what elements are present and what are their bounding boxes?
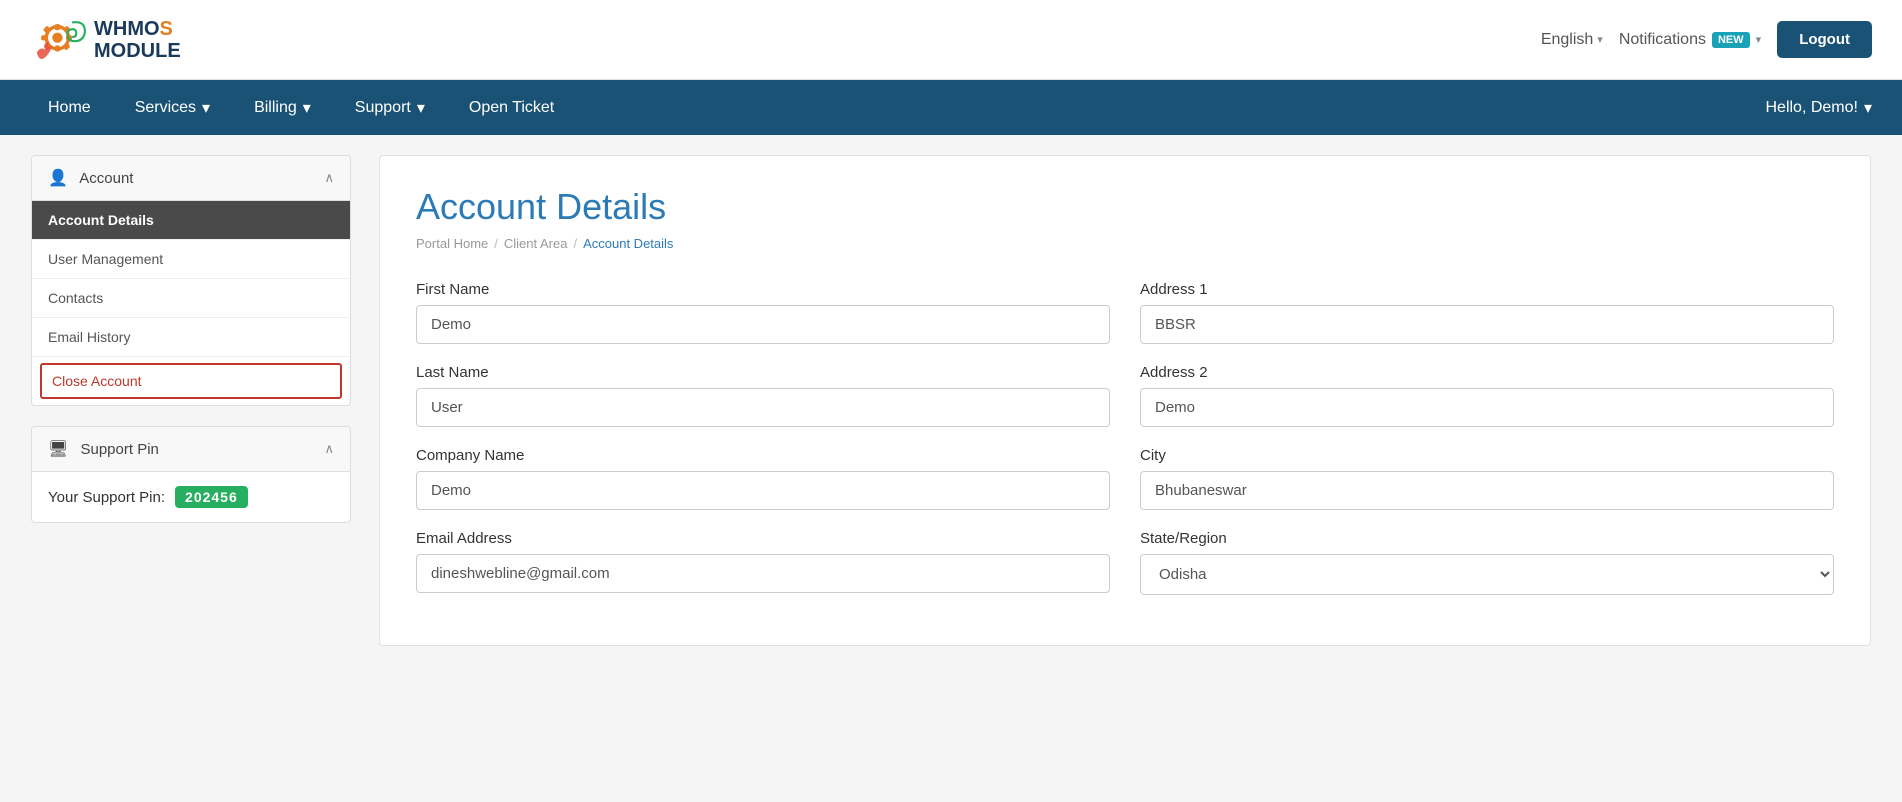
- notifications-new-badge: NEW: [1712, 32, 1750, 48]
- nav-services[interactable]: Services ▾: [117, 80, 228, 135]
- breadcrumb-portal-home[interactable]: Portal Home: [416, 236, 488, 251]
- sidebar-item-user-management[interactable]: User Management: [32, 240, 350, 279]
- language-selector[interactable]: English ▾: [1541, 31, 1603, 49]
- address1-group: Address 1: [1140, 281, 1834, 344]
- sidebar-item-contacts[interactable]: Contacts: [32, 279, 350, 318]
- account-section-title: Account: [79, 170, 133, 187]
- company-name-group: Company Name: [416, 447, 1110, 510]
- company-name-input[interactable]: [416, 471, 1110, 510]
- sidebar-item-account-details[interactable]: Account Details: [32, 201, 350, 240]
- city-group: City: [1140, 447, 1834, 510]
- address1-input[interactable]: [1140, 305, 1834, 344]
- breadcrumb-client-area[interactable]: Client Area: [504, 236, 568, 251]
- breadcrumb-current: Account Details: [583, 236, 673, 251]
- nav-items: Home Services ▾ Billing ▾ Support ▾ Open…: [30, 80, 572, 135]
- address2-label: Address 2: [1140, 364, 1834, 381]
- logout-button[interactable]: Logout: [1777, 21, 1872, 58]
- services-chevron-icon: ▾: [202, 98, 210, 118]
- support-pin-sidebar-section: 🖥 Support Pin ∧ Your Support Pin: 202456: [31, 426, 351, 523]
- nav-open-ticket[interactable]: Open Ticket: [451, 80, 572, 135]
- support-pin-section-header: 🖥 Support Pin ∧: [32, 427, 350, 472]
- language-chevron-icon: ▾: [1597, 33, 1603, 46]
- state-group: State/Region Odisha: [1140, 530, 1834, 595]
- notifications-label: Notifications: [1619, 31, 1706, 49]
- page-title: Account Details: [416, 186, 1834, 228]
- support-pin-content: Your Support Pin: 202456: [32, 472, 350, 522]
- sidebar-item-email-history[interactable]: Email History: [32, 318, 350, 357]
- email-input[interactable]: [416, 554, 1110, 593]
- breadcrumb-sep-1: /: [494, 236, 498, 251]
- sidebar-item-close-account[interactable]: Close Account: [40, 363, 342, 399]
- account-section-header: 👤 Account ∧: [32, 156, 350, 201]
- city-input[interactable]: [1140, 471, 1834, 510]
- support-pin-label: Your Support Pin:: [48, 489, 165, 506]
- support-pin-value: 202456: [175, 486, 248, 508]
- account-icon: 👤: [48, 170, 68, 187]
- last-name-input[interactable]: [416, 388, 1110, 427]
- user-greeting-text: Hello, Demo!: [1765, 99, 1857, 117]
- email-group: Email Address: [416, 530, 1110, 595]
- user-chevron-icon: ▾: [1864, 98, 1872, 118]
- address2-group: Address 2: [1140, 364, 1834, 427]
- last-name-group: Last Name: [416, 364, 1110, 427]
- support-pin-icon: 🖥: [48, 441, 68, 458]
- first-name-input[interactable]: [416, 305, 1110, 344]
- company-name-label: Company Name: [416, 447, 1110, 464]
- content-area: Account Details Portal Home / Client Are…: [379, 155, 1871, 646]
- form-row-3: Company Name City: [416, 447, 1834, 510]
- main-content: 👤 Account ∧ Account Details User Managem…: [1, 135, 1901, 666]
- support-pin-section-title: Support Pin: [80, 441, 158, 458]
- top-right-controls: English ▾ Notifications NEW ▾ Logout: [1541, 21, 1872, 58]
- breadcrumb-sep-2: /: [573, 236, 577, 251]
- sidebar: 👤 Account ∧ Account Details User Managem…: [31, 155, 351, 646]
- form-row-4: Email Address State/Region Odisha: [416, 530, 1834, 595]
- main-nav: Home Services ▾ Billing ▾ Support ▾ Open…: [0, 80, 1902, 135]
- state-select[interactable]: Odisha: [1140, 554, 1834, 595]
- billing-chevron-icon: ▾: [303, 98, 311, 118]
- top-header: WHMOS MODULE English ▾ Notifications NEW…: [0, 0, 1902, 80]
- support-chevron-icon: ▾: [417, 98, 425, 118]
- address1-label: Address 1: [1140, 281, 1834, 298]
- account-sidebar-section: 👤 Account ∧ Account Details User Managem…: [31, 155, 351, 406]
- city-label: City: [1140, 447, 1834, 464]
- form-row-2: Last Name Address 2: [416, 364, 1834, 427]
- nav-billing[interactable]: Billing ▾: [236, 80, 329, 135]
- first-name-label: First Name: [416, 281, 1110, 298]
- form-row-1: First Name Address 1: [416, 281, 1834, 344]
- first-name-group: First Name: [416, 281, 1110, 344]
- logo-area: WHMOS MODULE: [30, 12, 181, 67]
- language-label: English: [1541, 31, 1593, 49]
- email-label: Email Address: [416, 530, 1110, 547]
- notifications-chevron-icon: ▾: [1756, 33, 1762, 46]
- logo-icon: [30, 12, 90, 67]
- user-greeting[interactable]: Hello, Demo! ▾: [1765, 98, 1872, 118]
- support-pin-chevron-icon: ∧: [324, 441, 334, 457]
- nav-home[interactable]: Home: [30, 80, 109, 135]
- breadcrumb: Portal Home / Client Area / Account Deta…: [416, 236, 1834, 251]
- account-section-chevron-icon: ∧: [324, 170, 334, 186]
- nav-support[interactable]: Support ▾: [337, 80, 443, 135]
- last-name-label: Last Name: [416, 364, 1110, 381]
- notifications-button[interactable]: Notifications NEW ▾: [1619, 31, 1761, 49]
- address2-input[interactable]: [1140, 388, 1834, 427]
- state-label: State/Region: [1140, 530, 1834, 547]
